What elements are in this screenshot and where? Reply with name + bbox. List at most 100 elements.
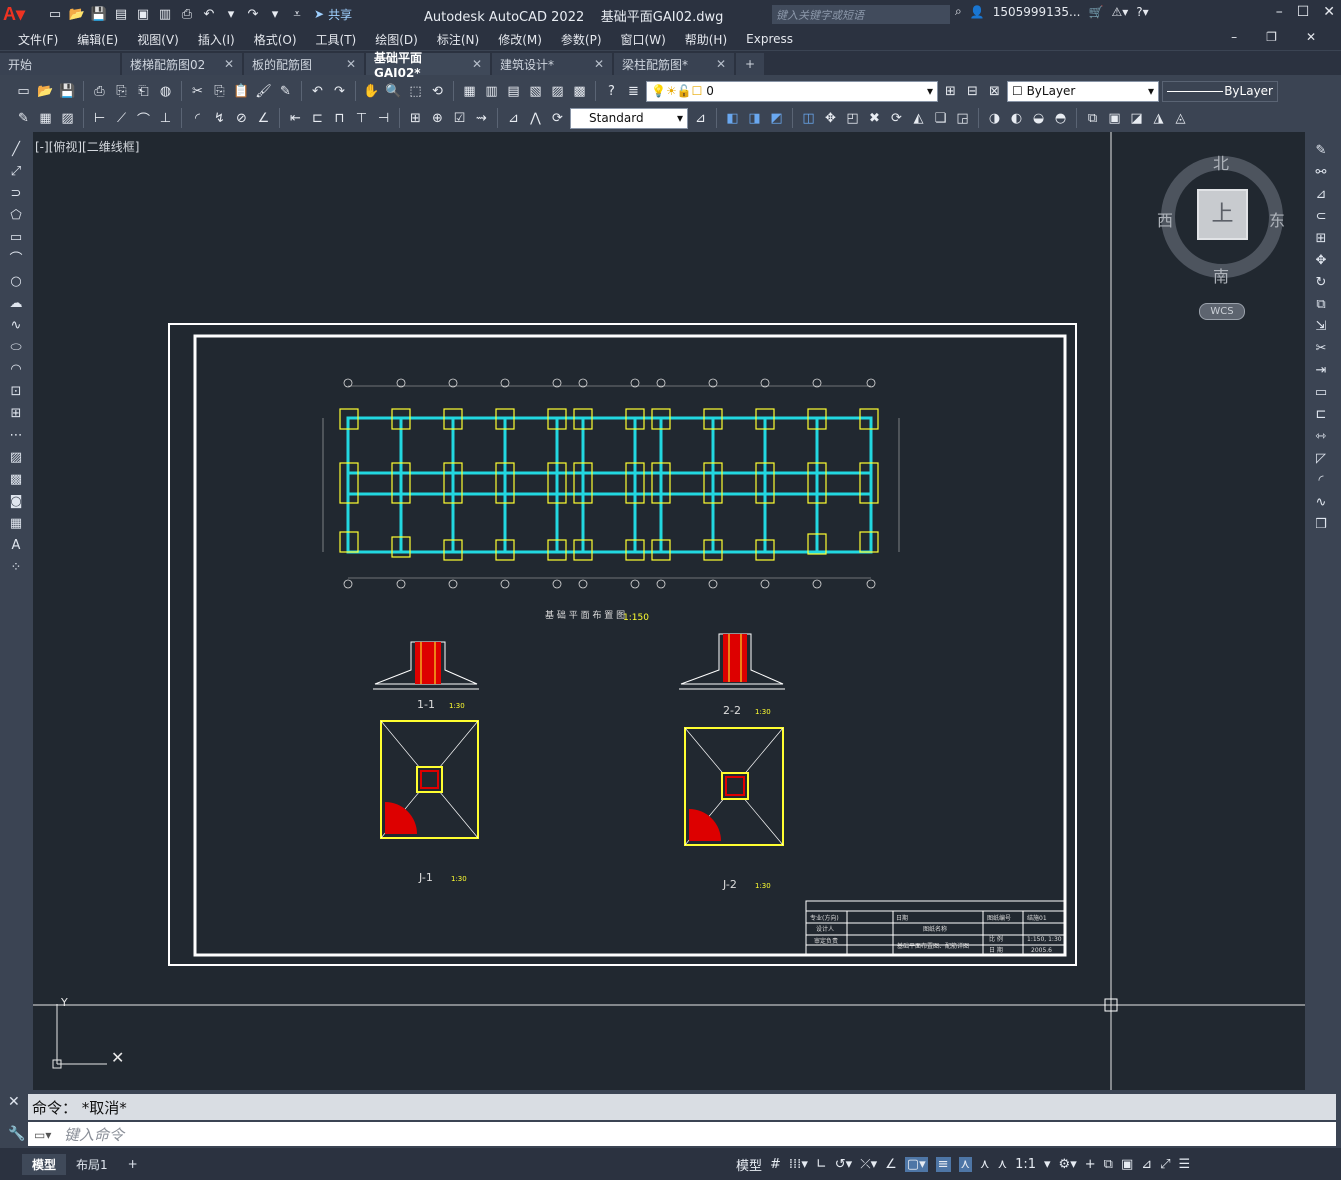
taper-faces-icon[interactable]: ◭ xyxy=(909,109,928,128)
doc-close-icon[interactable]: ✕ xyxy=(1306,30,1316,44)
fillet-icon[interactable]: ◜ xyxy=(1312,471,1331,490)
blend-curves-icon[interactable]: ∿ xyxy=(1312,493,1331,512)
command-input[interactable]: 键入命令 xyxy=(28,1122,1336,1146)
pan-icon[interactable]: ✋ xyxy=(362,82,381,101)
undo-icon[interactable]: ↶ xyxy=(308,82,327,101)
properties-icon[interactable]: ▦ xyxy=(460,82,479,101)
ortho-icon[interactable]: ∟ xyxy=(816,1157,827,1172)
table-icon[interactable]: ▦ xyxy=(7,514,26,533)
model-space-toggle[interactable]: 模型 xyxy=(736,1155,762,1174)
mirror-icon[interactable]: ⊿ xyxy=(1312,185,1331,204)
plot-preview-icon[interactable]: ⎘ xyxy=(112,82,131,101)
menu-draw[interactable]: 绘图(D) xyxy=(375,31,418,48)
erase-icon[interactable]: ✎ xyxy=(1312,141,1331,160)
zoom-realtime-icon[interactable]: 🔍 xyxy=(384,82,403,101)
linear-dimension-icon[interactable]: ⊢ xyxy=(90,109,109,128)
quick-dim-icon[interactable]: ⇤ xyxy=(286,109,305,128)
publish-icon[interactable]: ⎗ xyxy=(134,82,153,101)
tab-slab[interactable]: 板的配筋图 ✕ xyxy=(244,53,364,75)
menu-format[interactable]: 格式(O) xyxy=(254,31,297,48)
hatch-icon[interactable]: ▨ xyxy=(7,448,26,467)
clean-screen-icon[interactable]: ⤢ xyxy=(1160,1157,1170,1172)
dim-break-icon[interactable]: ⊣ xyxy=(374,109,393,128)
array-icon[interactable]: ⊞ xyxy=(1312,229,1331,248)
point-icon[interactable]: ⋯ xyxy=(7,426,26,445)
undo-icon[interactable]: ↶ xyxy=(200,6,218,22)
autodesk-app-icon[interactable]: ⚠▾ xyxy=(1111,5,1128,19)
move-faces-icon[interactable]: ✥ xyxy=(821,109,840,128)
tool-palettes-icon[interactable]: ▤ xyxy=(504,82,523,101)
diameter-icon[interactable]: ⊘ xyxy=(232,109,251,128)
line-icon[interactable]: ╱ xyxy=(7,140,26,159)
viewcube-south[interactable]: 南 xyxy=(1213,263,1229,287)
open-icon[interactable]: 📂 xyxy=(36,82,55,101)
tab-architecture[interactable]: 建筑设计* ✕ xyxy=(492,53,612,75)
annotation-scale-dropdown-icon[interactable]: ▾ xyxy=(1044,1157,1051,1172)
dim-space-icon[interactable]: ⊤ xyxy=(352,109,371,128)
copy-icon[interactable]: ⚯ xyxy=(1312,163,1331,182)
dim-style-select[interactable]: Standard ▾ xyxy=(570,107,688,129)
autocad-logo-icon[interactable]: A ▾ xyxy=(0,0,28,28)
block-editor-icon[interactable]: ✎ xyxy=(276,82,295,101)
region-icon[interactable]: ◙ xyxy=(7,492,26,511)
dim-text-edit-icon[interactable]: ⋀ xyxy=(526,109,545,128)
break-at-point-icon[interactable]: ▭ xyxy=(1312,383,1331,402)
workspace-gear-icon[interactable]: ⚙▾ xyxy=(1059,1157,1077,1172)
markup-icon[interactable]: ▨ xyxy=(548,82,567,101)
open-folder-icon[interactable]: 📂 xyxy=(68,6,86,22)
redo-icon[interactable]: ↷ xyxy=(330,82,349,101)
dim-arc-icon[interactable]: ▨ xyxy=(58,109,77,128)
menu-view[interactable]: 视图(V) xyxy=(137,31,179,48)
hardware-acceleration-icon[interactable]: ▣ xyxy=(1121,1157,1133,1172)
maximize-icon[interactable]: ☐ xyxy=(1297,4,1310,20)
polygon-icon[interactable]: ⬠ xyxy=(7,206,26,225)
ellipse-icon[interactable]: ⬭ xyxy=(7,338,26,357)
copy-icon[interactable]: ⎘ xyxy=(210,82,229,101)
menu-window[interactable]: 窗口(W) xyxy=(621,31,666,48)
help-icon[interactable]: ? xyxy=(602,82,621,101)
scale-icon[interactable]: ⧉ xyxy=(1312,295,1331,314)
slice-icon[interactable]: ◮ xyxy=(1149,109,1168,128)
tab-beam-column[interactable]: 梁柱配筋图* ✕ xyxy=(614,53,734,75)
ordinate-icon[interactable]: ⊥ xyxy=(156,109,175,128)
viewcube-north[interactable]: 北 xyxy=(1213,150,1229,174)
undo-dropdown-icon[interactable]: ▾ xyxy=(222,6,240,22)
annotation-visibility-icon[interactable]: ⋏ xyxy=(980,1157,990,1172)
save-icon[interactable]: 💾 xyxy=(90,6,108,22)
tolerance-icon[interactable]: ⊞ xyxy=(406,109,425,128)
join-icon[interactable]: ⇿ xyxy=(1312,427,1331,446)
rotate-faces-icon[interactable]: ⟳ xyxy=(887,109,906,128)
circle-icon[interactable]: ○ xyxy=(7,272,26,291)
baseline-icon[interactable]: ⊏ xyxy=(308,109,327,128)
make-current-layer-icon[interactable]: ⊞ xyxy=(941,82,960,101)
arc-length-icon[interactable]: ⌒ xyxy=(134,109,153,128)
tab-start[interactable]: 开始 xyxy=(0,53,120,75)
insert-block-icon[interactable]: ⊡ xyxy=(7,382,26,401)
continue-icon[interactable]: ⊓ xyxy=(330,109,349,128)
viewcube-east[interactable]: 东 xyxy=(1269,207,1285,231)
menu-insert[interactable]: 插入(I) xyxy=(198,31,235,48)
new-icon[interactable]: ▭ xyxy=(14,82,33,101)
spline-icon[interactable]: ∿ xyxy=(7,316,26,335)
customize-qa-icon[interactable]: ⩡ xyxy=(288,6,306,22)
command-prompt-icon[interactable]: ▭▾ xyxy=(34,1128,51,1142)
jog-line-icon[interactable]: ⇝ xyxy=(472,109,491,128)
drawing-canvas[interactable]: [-][俯视][二维线框] Y ✕ 基 础 平 面 布 置 图 1:150 1-… xyxy=(33,132,1305,1090)
polar-icon[interactable]: ↺▾ xyxy=(835,1157,852,1172)
redo-icon[interactable]: ↷ xyxy=(244,6,262,22)
separate-icon[interactable]: ⧉ xyxy=(1083,109,1102,128)
make-block-icon[interactable]: ⊞ xyxy=(7,404,26,423)
close-tab-icon[interactable]: ✕ xyxy=(472,57,482,71)
share-button[interactable]: ➤ 共享 xyxy=(314,6,352,23)
menu-help[interactable]: 帮助(H) xyxy=(685,31,727,48)
command-close-icon[interactable]: ✕ xyxy=(8,1094,20,1110)
menu-modify[interactable]: 修改(M) xyxy=(498,31,542,48)
break-icon[interactable]: ⊏ xyxy=(1312,405,1331,424)
dim-aligned-icon[interactable]: ▦ xyxy=(36,109,55,128)
add-selected-icon[interactable]: ⁘ xyxy=(7,558,26,577)
add-icon[interactable]: + xyxy=(1085,1157,1096,1172)
units-icon[interactable]: ⊿ xyxy=(1141,1157,1152,1172)
new-file-icon[interactable]: ▭ xyxy=(46,6,64,22)
intersect-icon[interactable]: ◩ xyxy=(767,109,786,128)
object-snap-icon[interactable]: ▢▾ xyxy=(904,1156,928,1172)
